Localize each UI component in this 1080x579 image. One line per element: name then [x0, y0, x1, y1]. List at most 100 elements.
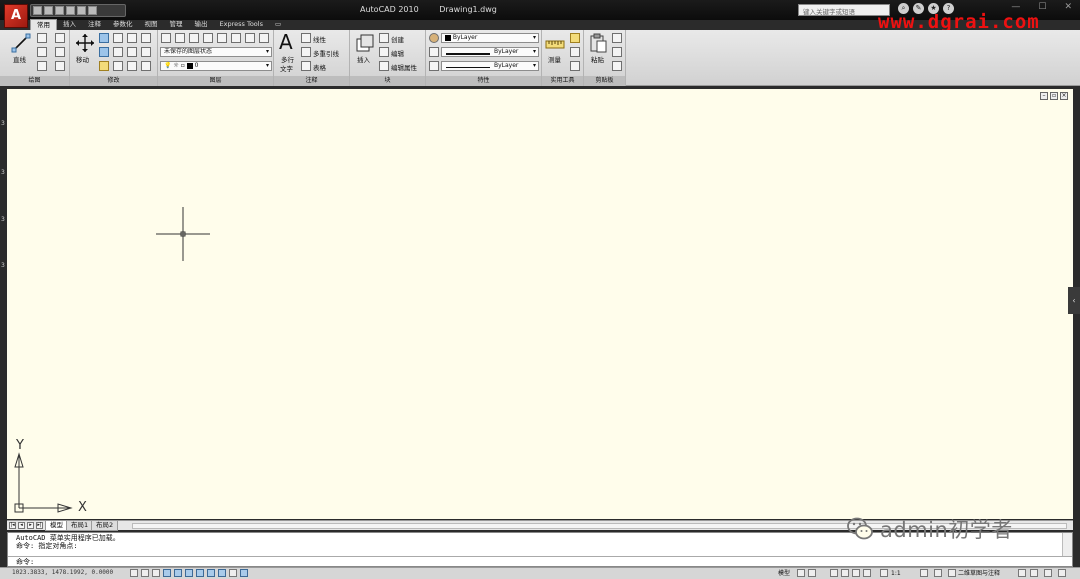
annotation-scale-value[interactable]: 1:1	[891, 569, 901, 578]
layer-state-icon[interactable]	[175, 33, 185, 43]
next-tab-icon[interactable]: ▸	[27, 522, 34, 529]
pan-icon[interactable]	[830, 569, 838, 577]
clipboard-panel-title[interactable]: 剪贴板	[584, 76, 625, 86]
lock-ui-icon[interactable]	[1018, 569, 1026, 577]
tab-layout2[interactable]: 布局2	[91, 521, 119, 531]
edit-attribute-icon[interactable]	[379, 61, 389, 71]
tab-model[interactable]: 模型	[45, 521, 68, 531]
match-properties-icon[interactable]	[612, 61, 622, 71]
measure-icon[interactable]	[545, 35, 565, 55]
tab-annotate[interactable]: 注释	[82, 19, 107, 30]
annotation-visibility-icon[interactable]	[920, 569, 928, 577]
drawing-canvas[interactable]: – ▫ × Y X	[7, 89, 1073, 519]
explode-icon[interactable]	[113, 61, 123, 71]
command-input[interactable]: 命令:	[8, 556, 1072, 566]
linetype-icon[interactable]	[429, 61, 439, 71]
move-icon[interactable]	[75, 33, 95, 53]
showmotion-icon[interactable]	[863, 569, 871, 577]
layer-freeze-icon[interactable]	[245, 33, 255, 43]
modify-panel-title[interactable]: 修改	[70, 76, 157, 86]
erase-icon[interactable]	[99, 61, 109, 71]
paste-icon[interactable]	[588, 33, 608, 53]
line-icon[interactable]	[11, 33, 31, 53]
properties-panel-title[interactable]: 特性	[426, 76, 541, 86]
object-snap-tracking-icon[interactable]	[185, 569, 193, 577]
workspace-name[interactable]: 二维草图与注释	[958, 569, 1000, 578]
layer-unisolate-icon[interactable]	[231, 33, 241, 43]
panel-expand-handle[interactable]: ‹	[1068, 287, 1080, 314]
plot-icon[interactable]	[88, 6, 97, 15]
linetype-dropdown[interactable]: ByLayer	[441, 61, 539, 71]
layer-match-icon[interactable]	[189, 33, 199, 43]
layer-isolate-icon[interactable]	[217, 33, 227, 43]
linear-label[interactable]: 线性	[313, 34, 326, 44]
rotate-icon[interactable]	[99, 33, 109, 43]
object-snap-icon[interactable]	[174, 569, 182, 577]
multileader-label[interactable]: 多重引线	[313, 48, 339, 58]
quick-properties-icon[interactable]	[229, 569, 237, 577]
tab-insert[interactable]: 插入	[57, 19, 82, 30]
first-tab-icon[interactable]: |◂	[9, 522, 16, 529]
mirror-icon[interactable]	[141, 33, 151, 43]
gradient-icon[interactable]	[55, 61, 65, 71]
selection-cycling-icon[interactable]	[240, 569, 248, 577]
coordinate-readout[interactable]: 1023.3833, 1478.1992, 0.0000	[12, 569, 113, 576]
steering-wheel-icon[interactable]	[852, 569, 860, 577]
quick-view-layouts-icon[interactable]	[797, 569, 805, 577]
rectangle-icon[interactable]	[55, 33, 65, 43]
tab-express-tools[interactable]: Express Tools	[214, 19, 269, 30]
edit-label[interactable]: 编辑	[391, 48, 404, 58]
new-icon[interactable]	[33, 6, 42, 15]
ortho-mode-icon[interactable]	[152, 569, 160, 577]
layer-state-dropdown[interactable]: 未保存的图层状态	[160, 47, 272, 57]
open-icon[interactable]	[44, 6, 53, 15]
close-icon[interactable]: ✕	[1064, 2, 1072, 12]
search-input[interactable]: 键入关键字或短语	[798, 4, 890, 16]
layer-previous-icon[interactable]	[203, 33, 213, 43]
annotation-panel-title[interactable]: 注释	[274, 76, 349, 86]
table-label[interactable]: 表格	[313, 62, 326, 72]
cut-icon[interactable]	[612, 33, 622, 43]
insert-block-icon[interactable]	[355, 33, 375, 53]
create-label[interactable]: 创建	[391, 34, 404, 44]
lineweight-dropdown[interactable]: ByLayer	[441, 47, 539, 57]
color-wheel-icon[interactable]	[429, 33, 439, 43]
application-menu-button[interactable]: A	[4, 4, 28, 28]
circle-icon[interactable]	[37, 47, 47, 57]
utilities-panel-title[interactable]: 实用工具	[542, 76, 583, 86]
arc-icon[interactable]	[37, 61, 47, 71]
allow-disallow-ucs-icon[interactable]	[196, 569, 204, 577]
ribbon-minimize-button[interactable]: ▭	[269, 19, 287, 30]
block-panel-title[interactable]: 块	[350, 76, 425, 86]
hatch-icon[interactable]	[55, 47, 65, 57]
linear-dimension-icon[interactable]	[301, 33, 311, 43]
hardware-acceleration-icon[interactable]	[1030, 569, 1038, 577]
lineweight-icon[interactable]	[429, 47, 439, 57]
last-tab-icon[interactable]: ▸|	[36, 522, 43, 529]
table-icon[interactable]	[301, 61, 311, 71]
draw-panel-title[interactable]: 绘图	[0, 76, 69, 86]
snap-mode-icon[interactable]	[130, 569, 138, 577]
stretch-icon[interactable]	[113, 47, 123, 57]
clean-screen-icon[interactable]	[1058, 569, 1066, 577]
copy-icon[interactable]	[127, 33, 137, 43]
dynamic-input-icon[interactable]	[207, 569, 215, 577]
layer-off-icon[interactable]	[259, 33, 269, 43]
prev-tab-icon[interactable]: ◂	[18, 522, 25, 529]
workspace-switching-icon[interactable]	[948, 569, 956, 577]
layers-panel-title[interactable]: 图层	[158, 76, 273, 86]
trim-icon[interactable]	[113, 33, 123, 43]
text-icon[interactable]: A	[279, 30, 293, 54]
polyline-icon[interactable]	[37, 33, 47, 43]
tab-view[interactable]: 视图	[139, 19, 164, 30]
create-block-icon[interactable]	[379, 33, 389, 43]
command-scrollbar[interactable]	[1062, 533, 1072, 557]
lineweight-toggle-icon[interactable]	[218, 569, 226, 577]
quick-view-drawings-icon[interactable]	[808, 569, 816, 577]
chamfer-icon[interactable]	[141, 61, 151, 71]
calculator-icon[interactable]	[570, 61, 580, 71]
isolate-objects-icon[interactable]	[1044, 569, 1052, 577]
quick-select-icon[interactable]	[570, 33, 580, 43]
tab-layout1[interactable]: 布局1	[66, 521, 94, 531]
tab-output[interactable]: 输出	[189, 19, 214, 30]
